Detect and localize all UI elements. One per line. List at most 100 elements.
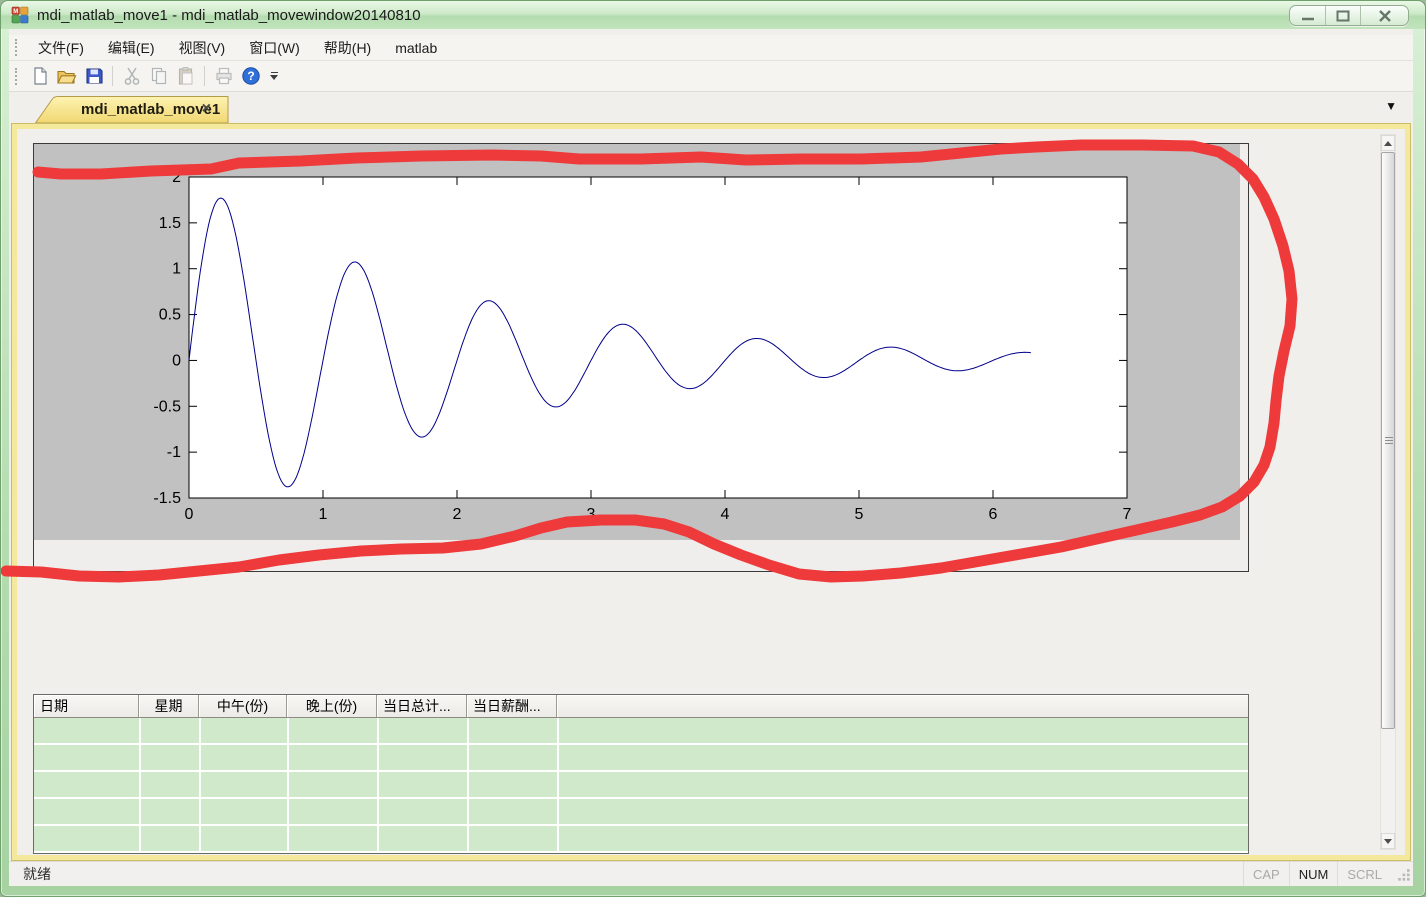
svg-text:0: 0 <box>185 506 194 523</box>
svg-text:0: 0 <box>172 352 181 369</box>
svg-text:0.5: 0.5 <box>159 307 181 324</box>
toolbar-separator <box>112 66 113 86</box>
scroll-up-button[interactable] <box>1381 135 1395 151</box>
grid-column-line <box>557 718 559 853</box>
menu-window[interactable]: 窗口(W) <box>237 35 312 61</box>
grid-column-header[interactable]: 中午(份) <box>199 695 287 717</box>
svg-text:3: 3 <box>587 506 596 523</box>
cut-button[interactable] <box>118 64 145 89</box>
grid-column-header[interactable]: 当日总计... <box>377 695 467 717</box>
minimize-icon <box>1300 10 1316 22</box>
copy-icon <box>149 66 169 86</box>
paste-button[interactable] <box>172 64 199 89</box>
toolbar-gripper[interactable] <box>15 68 18 85</box>
page-vertical-scrollbar[interactable] <box>1380 134 1396 850</box>
copy-button[interactable] <box>145 64 172 89</box>
help-icon: ? <box>241 66 261 86</box>
save-button[interactable] <box>80 64 107 89</box>
close-icon <box>1377 9 1393 23</box>
tab-list-dropdown-icon[interactable]: ▼ <box>1385 99 1397 113</box>
tab-page-content: 0 1 2 3 4 5 6 7 -1.5 -1 -0.5 0 0.5 1 1.5 2 日期星期中午(份)晚上(… <box>18 130 1404 854</box>
grid-column-line <box>467 718 469 853</box>
svg-text:1.5: 1.5 <box>159 215 181 232</box>
close-button[interactable] <box>1360 6 1408 25</box>
menu-file[interactable]: 文件(F) <box>26 35 96 61</box>
tab-page: 0 1 2 3 4 5 6 7 -1.5 -1 -0.5 0 0.5 1 1.5 2 日期星期中午(份)晚上(… <box>11 123 1411 861</box>
tab-strip: mdi_matlab_move1 × ▼ <box>9 92 1413 123</box>
grid-empty-row[interactable] <box>34 718 1248 745</box>
open-folder-button[interactable] <box>53 64 80 89</box>
svg-text:5: 5 <box>855 506 864 523</box>
app-icon: M <box>11 6 29 24</box>
maximize-icon <box>1335 9 1351 23</box>
figure-canvas: 0 1 2 3 4 5 6 7 -1.5 -1 -0.5 0 0.5 1 1.5 2 <box>34 144 1240 540</box>
svg-text:-1.5: -1.5 <box>153 490 181 507</box>
scroll-lock-indicator: SCRL <box>1337 862 1391 886</box>
svg-text:1: 1 <box>172 261 181 278</box>
open-folder-icon <box>56 66 77 86</box>
menu-view[interactable]: 视图(V) <box>167 35 238 61</box>
toolbar-separator <box>204 66 205 86</box>
app-window: M mdi_matlab_move1 - mdi_matlab_movewind… <box>0 0 1426 897</box>
svg-text:-1: -1 <box>167 444 181 461</box>
grid-column-header[interactable]: 当日薪酬... <box>467 695 557 717</box>
scroll-up-icon <box>1384 141 1392 146</box>
menu-edit[interactable]: 编辑(E) <box>96 35 167 61</box>
status-key-indicators: CAP NUM SCRL <box>1243 862 1413 886</box>
minimize-button[interactable] <box>1290 6 1325 25</box>
title-bar[interactable]: M mdi_matlab_move1 - mdi_matlab_movewind… <box>1 1 1425 29</box>
data-grid[interactable]: 日期星期中午(份)晚上(份)当日总计...当日薪酬... <box>33 694 1249 854</box>
grid-column-header[interactable]: 星期 <box>139 695 199 717</box>
scroll-down-button[interactable] <box>1381 833 1395 849</box>
save-icon <box>84 66 104 86</box>
grid-empty-row[interactable] <box>34 772 1248 799</box>
toolbar-overflow-button[interactable] <box>266 64 282 89</box>
figure-panel: 0 1 2 3 4 5 6 7 -1.5 -1 -0.5 0 0.5 1 1.5 2 <box>33 143 1249 572</box>
svg-text:-0.5: -0.5 <box>153 398 181 415</box>
grid-empty-row[interactable] <box>34 745 1248 772</box>
grid-rows-area[interactable] <box>34 718 1248 853</box>
num-lock-indicator: NUM <box>1289 862 1338 886</box>
menubar-gripper[interactable] <box>15 39 18 56</box>
svg-text:4: 4 <box>721 506 730 523</box>
svg-text:7: 7 <box>1123 506 1132 523</box>
client-area: 文件(F) 编辑(E) 视图(V) 窗口(W) 帮助(H) matlab <box>9 29 1413 886</box>
grid-empty-row[interactable] <box>34 799 1248 826</box>
grid-column-line <box>139 718 141 853</box>
tab-label: mdi_matlab_move1 <box>81 101 220 118</box>
menu-bar: 文件(F) 编辑(E) 视图(V) 窗口(W) 帮助(H) matlab <box>9 35 1413 61</box>
paste-icon <box>176 66 196 86</box>
svg-text:2: 2 <box>453 506 462 523</box>
maximize-button[interactable] <box>1325 6 1360 25</box>
cut-icon <box>122 66 142 86</box>
grid-column-header[interactable]: 晚上(份) <box>287 695 377 717</box>
status-bar: 就绪 CAP NUM SCRL <box>9 861 1413 886</box>
scrollbar-thumb[interactable] <box>1381 152 1395 729</box>
print-button[interactable] <box>210 64 237 89</box>
status-ready-text: 就绪 <box>23 864 51 884</box>
tool-bar: ? <box>9 61 1413 92</box>
svg-text:1: 1 <box>319 506 328 523</box>
svg-text:?: ? <box>247 69 254 83</box>
scroll-down-icon <box>1384 839 1392 844</box>
grid-column-line <box>199 718 201 853</box>
svg-text:2: 2 <box>172 169 181 186</box>
grid-empty-row[interactable] <box>34 826 1248 853</box>
tab-close-icon[interactable]: × <box>202 100 211 118</box>
svg-text:6: 6 <box>989 506 998 523</box>
help-button[interactable]: ? <box>237 64 264 89</box>
svg-text:M: M <box>13 9 18 15</box>
grid-column-header[interactable]: 日期 <box>34 695 139 717</box>
print-icon <box>214 66 234 86</box>
grid-column-line <box>377 718 379 853</box>
menu-matlab[interactable]: matlab <box>383 37 449 59</box>
tab-mdi-matlab-move1[interactable]: mdi_matlab_move1 × <box>35 96 229 123</box>
new-document-icon <box>30 66 50 86</box>
window-title: mdi_matlab_move1 - mdi_matlab_movewindow… <box>37 7 421 24</box>
new-document-button[interactable] <box>26 64 53 89</box>
grid-column-line <box>287 718 289 853</box>
resize-grip-icon[interactable] <box>1395 866 1411 882</box>
menu-help[interactable]: 帮助(H) <box>312 35 383 61</box>
scrollbar-grip-icon <box>1385 437 1393 445</box>
grid-header-filler <box>557 695 1248 717</box>
